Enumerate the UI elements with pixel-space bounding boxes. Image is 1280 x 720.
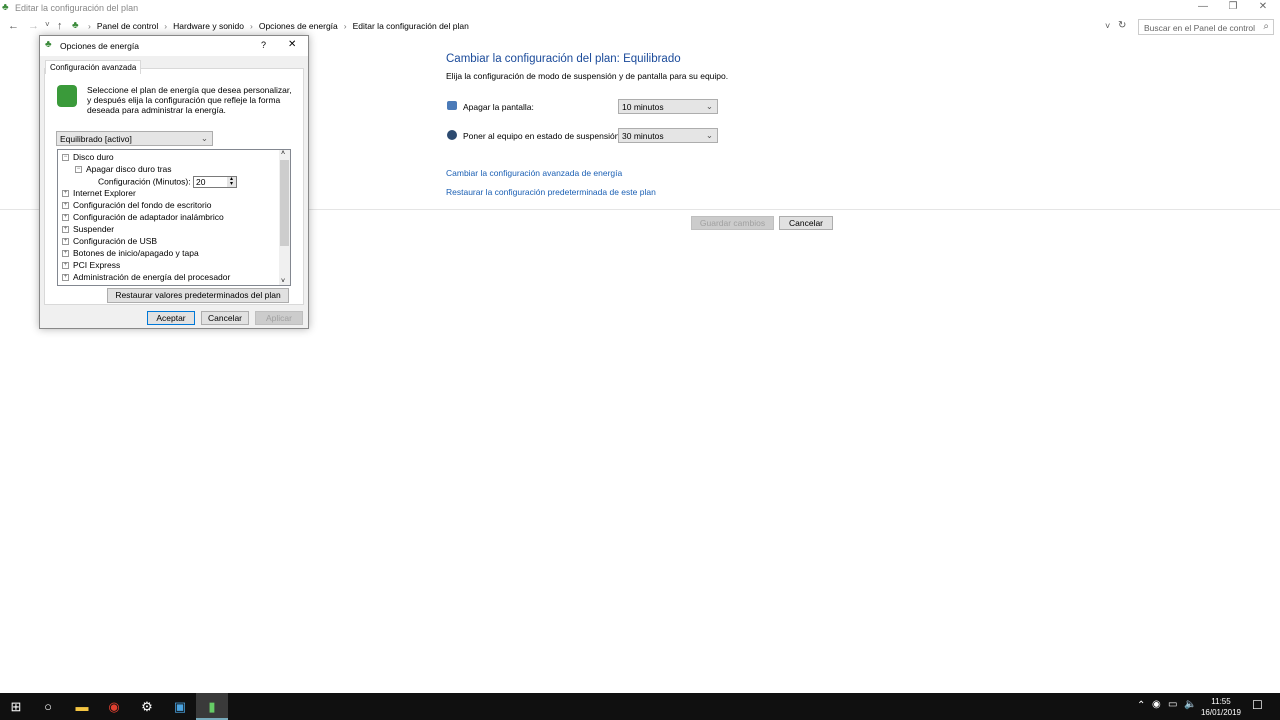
- address-dropdown-button[interactable]: ˅: [1105, 21, 1110, 31]
- cancel-button[interactable]: Cancelar: [779, 216, 833, 230]
- tab-configuracion-avanzada[interactable]: Configuración avanzada: [45, 60, 142, 74]
- dialog-title: Opciones de energía: [60, 41, 139, 51]
- ok-button[interactable]: Aceptar: [147, 311, 195, 325]
- back-button[interactable]: ←: [8, 20, 19, 32]
- tree-item[interactable]: + Internet Explorer: [62, 188, 136, 199]
- save-changes-button[interactable]: Guardar cambios: [691, 216, 774, 230]
- chrome-icon[interactable]: ◉: [98, 693, 130, 720]
- scroll-up-icon[interactable]: ˄: [281, 150, 285, 157]
- minimize-button[interactable]: —: [1188, 0, 1218, 16]
- restore-defaults-link[interactable]: Restaurar la configuración predeterminad…: [446, 187, 656, 197]
- settings-tree: − Disco duro − Apagar disco duro tras Conf…: [57, 149, 291, 286]
- taskbar: ⊞ ○ ▬ ◉ ⚙ ▣ ▮ ⌃ ◉ ▭ 🔈 11:55 16/01/2019 ☐: [0, 693, 1280, 720]
- expand-icon[interactable]: +: [62, 250, 69, 258]
- display-off-label: Apagar la pantalla:: [463, 102, 534, 112]
- plan-select[interactable]: Equilibrado [activo] ⌄: [56, 131, 213, 146]
- dialog-description: Seleccione el plan de energía que desea …: [87, 85, 292, 115]
- tree-item[interactable]: + Configuración de adaptador inalámbrico: [62, 212, 224, 223]
- expand-icon[interactable]: +: [62, 190, 69, 198]
- power-options-icon: ♣: [2, 2, 9, 13]
- search-input[interactable]: Buscar en el Panel de control ⌕: [1138, 19, 1274, 35]
- expand-icon[interactable]: +: [62, 274, 69, 282]
- start-windows-icon[interactable]: ⊞: [0, 693, 32, 720]
- tree-item-disco-duro[interactable]: − Disco duro: [62, 152, 114, 163]
- control-panel-icon: ♣: [72, 20, 79, 31]
- chevron-down-icon: ⌄: [705, 130, 713, 140]
- show-hidden-icons-button[interactable]: ⌃: [1137, 700, 1145, 711]
- chevron-down-icon: ⌄: [200, 133, 208, 143]
- forward-button[interactable]: →: [28, 20, 39, 32]
- breadcrumb-hardware-y-sonido[interactable]: Hardware y sonido: [173, 21, 244, 31]
- search-circle-icon[interactable]: ○: [32, 693, 64, 720]
- collapse-icon[interactable]: −: [62, 154, 69, 162]
- power-plan-icon: [57, 85, 77, 107]
- collapse-icon[interactable]: −: [75, 166, 82, 174]
- network-icon[interactable]: ▭: [1168, 699, 1177, 710]
- power-options-icon: ♣: [45, 39, 52, 50]
- maximize-button[interactable]: ❐: [1218, 0, 1248, 16]
- display-icon: [447, 101, 457, 110]
- sleep-label: Poner al equipo en estado de suspensión:: [463, 131, 622, 141]
- expand-icon[interactable]: +: [62, 202, 69, 210]
- control-panel-app-icon[interactable]: ▣: [164, 693, 196, 720]
- tree-scrollbar[interactable]: ˄ ˅: [279, 150, 290, 285]
- dialog-close-button[interactable]: ✕: [288, 39, 296, 50]
- breadcrumb-panel-de-control[interactable]: Panel de control: [97, 21, 158, 31]
- action-center-icon[interactable]: ☐: [1252, 698, 1263, 712]
- tree-item[interactable]: + Botones de inicio/apagado y tapa: [62, 248, 199, 259]
- advanced-settings-link[interactable]: Cambiar la configuración avanzada de ene…: [446, 168, 622, 178]
- window-titlebar: ♣ Editar la configuración del plan — ❐ ✕: [0, 0, 1280, 16]
- address-bar: ← → ˅ ↑ ♣ › Panel de control › Hardware …: [0, 18, 1280, 36]
- breadcrumb-editar-plan[interactable]: Editar la configuración del plan: [353, 21, 469, 31]
- power-options-dialog: ♣ Opciones de energía ? ✕ Seleccione el …: [39, 35, 309, 329]
- breadcrumb: › Panel de control › Hardware y sonido ›…: [88, 21, 469, 31]
- dialog-cancel-button[interactable]: Cancelar: [201, 311, 249, 325]
- expand-icon[interactable]: +: [62, 214, 69, 222]
- page-title: Cambiar la configuración del plan: Equil…: [446, 53, 681, 65]
- minutes-stepper[interactable]: 20 ▴ ▾: [192, 176, 237, 188]
- volume-icon[interactable]: 🔈: [1184, 699, 1196, 710]
- tree-item-apagar-disco[interactable]: − Apagar disco duro tras: [75, 164, 172, 175]
- close-button[interactable]: ✕: [1248, 0, 1278, 16]
- apply-button[interactable]: Aplicar: [255, 311, 303, 325]
- tree-item[interactable]: + Administración de energía del procesado…: [62, 272, 230, 283]
- page-subtitle: Elija la configuración de modo de suspen…: [446, 71, 729, 81]
- expand-icon[interactable]: +: [62, 262, 69, 270]
- window-title: Editar la configuración del plan: [15, 3, 139, 13]
- file-explorer-icon[interactable]: ▬: [66, 693, 98, 720]
- tree-item[interactable]: + PCI Express: [62, 260, 120, 271]
- clock[interactable]: 11:55 16/01/2019: [1200, 696, 1242, 718]
- sleep-icon: [447, 130, 457, 140]
- scroll-down-icon[interactable]: ˅: [281, 278, 285, 285]
- recent-locations-button[interactable]: ˅: [45, 20, 50, 29]
- dialog-titlebar: ♣ Opciones de energía ? ✕: [40, 36, 308, 56]
- search-icon: ⌕: [1263, 21, 1269, 32]
- breadcrumb-opciones-de-energia[interactable]: Opciones de energía: [259, 21, 338, 31]
- restore-plan-defaults-button[interactable]: Restaurar valores predeterminados del pl…: [107, 288, 289, 303]
- up-button[interactable]: ↑: [57, 20, 63, 32]
- tree-item[interactable]: + Configuración de USB: [62, 236, 157, 247]
- expand-icon[interactable]: +: [62, 226, 69, 234]
- chevron-down-icon: ⌄: [705, 101, 713, 111]
- stepper-arrows-icon[interactable]: ▴ ▾: [226, 176, 236, 187]
- tree-item[interactable]: + Suspender: [62, 224, 114, 235]
- expand-icon[interactable]: +: [62, 238, 69, 246]
- tree-item[interactable]: + Configuración del fondo de escritorio: [62, 200, 211, 211]
- tab-panel: Seleccione el plan de energía que desea …: [44, 68, 304, 305]
- tree-setting-row: Configuración (Minutos): 20 ▴ ▾: [98, 176, 237, 188]
- refresh-button[interactable]: ↻: [1118, 20, 1126, 31]
- help-button[interactable]: ?: [261, 40, 266, 50]
- scrollbar-thumb[interactable]: [280, 160, 289, 246]
- power-options-app-icon[interactable]: ▮: [196, 693, 228, 720]
- display-off-select[interactable]: 10 minutos ⌄: [618, 99, 718, 114]
- location-icon[interactable]: ◉: [1152, 699, 1161, 710]
- sleep-select[interactable]: 30 minutos ⌄: [618, 128, 718, 143]
- settings-gear-icon[interactable]: ⚙: [131, 693, 163, 720]
